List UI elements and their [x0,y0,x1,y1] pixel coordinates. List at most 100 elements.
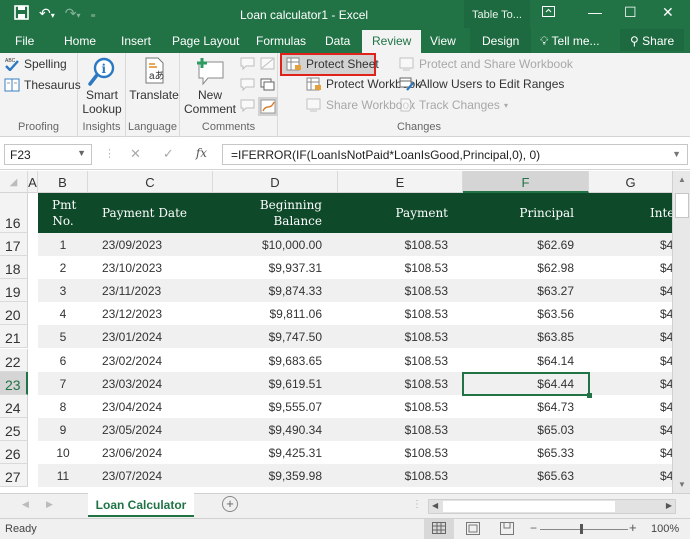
cell-beginning-balance[interactable]: $9,555.07 [218,400,322,414]
cell-beginning-balance[interactable]: $9,359.98 [218,469,322,483]
cell-payment-date[interactable]: 23/04/2024 [102,400,162,414]
cell-payment[interactable]: $108.53 [338,400,448,414]
customize-quick-access-icon[interactable]: ₌ [91,6,96,24]
cell-payment[interactable]: $108.53 [338,469,448,483]
show-all-comments-icon[interactable] [260,78,276,92]
cell-payment-date[interactable]: 23/11/2023 [102,284,161,298]
scroll-up-icon[interactable]: ▲ [678,175,686,184]
normal-view-icon[interactable] [424,519,454,539]
horizontal-scrollbar[interactable]: ◀ ▶ [428,499,676,514]
add-sheet-icon[interactable]: + [222,496,238,512]
formula-input[interactable]: =IFERROR(IF(LoanIsNotPaid*LoanIsGood,Pri… [222,144,688,165]
tab-insert[interactable]: Insert [121,34,151,48]
row-header-24[interactable]: 24 [0,394,28,418]
cell-principal[interactable]: $63.27 [468,284,574,298]
cell-principal[interactable]: $63.85 [468,330,574,344]
scroll-left-icon[interactable]: ◀ [432,501,438,510]
cell-pmt-no[interactable]: 11 [52,469,74,483]
cell-interest[interactable]: $4 [660,446,672,460]
insert-function-icon[interactable]: fx [196,146,207,162]
cell-payment-date[interactable]: 23/02/2024 [102,354,162,368]
cell-payment[interactable]: $108.53 [338,307,448,321]
row-header-27[interactable]: 27 [0,464,28,488]
select-all-corner[interactable]: ◢ [0,171,28,193]
row-header-18[interactable]: 18 [0,256,28,280]
header-beginning-balance[interactable]: Beginning Balance [218,197,322,229]
new-comment-button[interactable]: New Comment [182,56,238,116]
row-header-17[interactable]: 17 [0,233,28,257]
cell-principal[interactable]: $65.63 [468,469,574,483]
cell-payment[interactable]: $108.53 [338,261,448,275]
row-header-19[interactable]: 19 [0,279,28,303]
tab-view[interactable]: View [430,34,456,48]
page-layout-view-icon[interactable] [466,522,480,538]
zoom-level[interactable]: 100% [651,523,679,535]
row-header-16[interactable]: 16 [0,193,28,233]
thesaurus-button[interactable]: Thesaurus [4,78,81,92]
cell-interest[interactable]: $4 [660,261,672,275]
column-header-e[interactable]: E [338,171,463,193]
cell-interest[interactable]: $4 [660,330,672,344]
cell-interest[interactable]: $4 [660,400,672,414]
tell-me-search[interactable]: 💡︎ Tell me... [540,34,600,49]
protect-and-share-workbook-button[interactable]: Protect and Share Workbook [399,57,573,71]
cell-beginning-balance[interactable]: $9,425.31 [218,446,322,460]
cell-pmt-no[interactable]: 1 [52,238,74,252]
active-cell-f23[interactable] [462,372,592,398]
column-header-d[interactable]: D [213,171,338,193]
scroll-right-icon[interactable]: ▶ [666,501,672,510]
cell-principal[interactable]: $64.73 [468,400,574,414]
save-icon[interactable] [14,5,29,24]
show-hide-comment-icon[interactable] [260,57,276,71]
cell-payment[interactable]: $108.53 [338,377,448,391]
header-pmt-no[interactable]: Pmt No. [52,197,76,229]
expand-formula-bar-icon[interactable]: ▼ [672,149,681,159]
cell-interest[interactable]: $4 [660,238,672,252]
formula-bar-resize-handle[interactable]: ⋮ [104,147,115,160]
enter-check-icon[interactable]: ✓ [163,146,174,162]
cell-principal[interactable]: $63.56 [468,307,574,321]
cell-payment[interactable]: $108.53 [338,284,448,298]
worksheet-grid[interactable]: Pmt No. Payment Date Beginning Balance P… [28,193,672,493]
zoom-in-icon[interactable]: + [629,520,637,535]
row-header-21[interactable]: 21 [0,325,28,349]
cell-payment-date[interactable]: 23/06/2024 [102,446,162,460]
chevron-down-icon[interactable]: ▼ [77,148,86,158]
cell-payment-date[interactable]: 23/10/2023 [102,261,162,275]
tab-formulas[interactable]: Formulas [256,34,306,48]
cell-interest[interactable]: $4 [660,307,672,321]
row-header-22[interactable]: 22 [0,348,28,372]
cell-pmt-no[interactable]: 6 [52,354,74,368]
cell-pmt-no[interactable]: 7 [52,377,74,391]
cell-pmt-no[interactable]: 8 [52,400,74,414]
vertical-scrollbar[interactable]: ▲ ▼ [672,171,690,493]
cell-payment[interactable]: $108.53 [338,354,448,368]
tab-data[interactable]: Data [325,34,350,48]
tab-page-layout[interactable]: Page Layout [172,34,239,48]
redo-icon[interactable]: ↷▾ [65,4,81,25]
allow-users-edit-ranges-button[interactable]: Allow Users to Edit Ranges [399,77,564,91]
tab-review[interactable]: Review [362,30,422,53]
cell-payment-date[interactable]: 23/01/2024 [102,330,162,344]
cell-payment-date[interactable]: 23/09/2023 [102,238,162,252]
column-header-b[interactable]: B [38,171,88,193]
cell-beginning-balance[interactable]: $9,874.33 [218,284,322,298]
cell-beginning-balance[interactable]: $10,000.00 [218,238,322,252]
header-payment-date[interactable]: Payment Date [102,205,187,221]
name-box[interactable]: F23 ▼ [4,144,92,165]
spelling-button[interactable]: ABC Spelling [4,57,67,72]
cell-beginning-balance[interactable]: $9,683.65 [218,354,322,368]
cell-principal[interactable]: $65.03 [468,423,574,437]
share-button[interactable]: ⚲ Share [620,29,685,51]
cell-beginning-balance[interactable]: $9,937.31 [218,261,322,275]
sheet-tab-loan-calculator[interactable]: Loan Calculator [88,493,194,517]
cell-beginning-balance[interactable]: $9,619.51 [218,377,322,391]
cell-payment-date[interactable]: 23/12/2023 [102,307,162,321]
next-comment-icon[interactable] [240,99,256,113]
cell-payment[interactable]: $108.53 [338,446,448,460]
cell-principal[interactable]: $65.33 [468,446,574,460]
cell-pmt-no[interactable]: 3 [52,284,74,298]
cell-payment-date[interactable]: 23/07/2024 [102,469,162,483]
column-header-a[interactable]: A [28,171,38,193]
cell-payment[interactable]: $108.53 [338,423,448,437]
